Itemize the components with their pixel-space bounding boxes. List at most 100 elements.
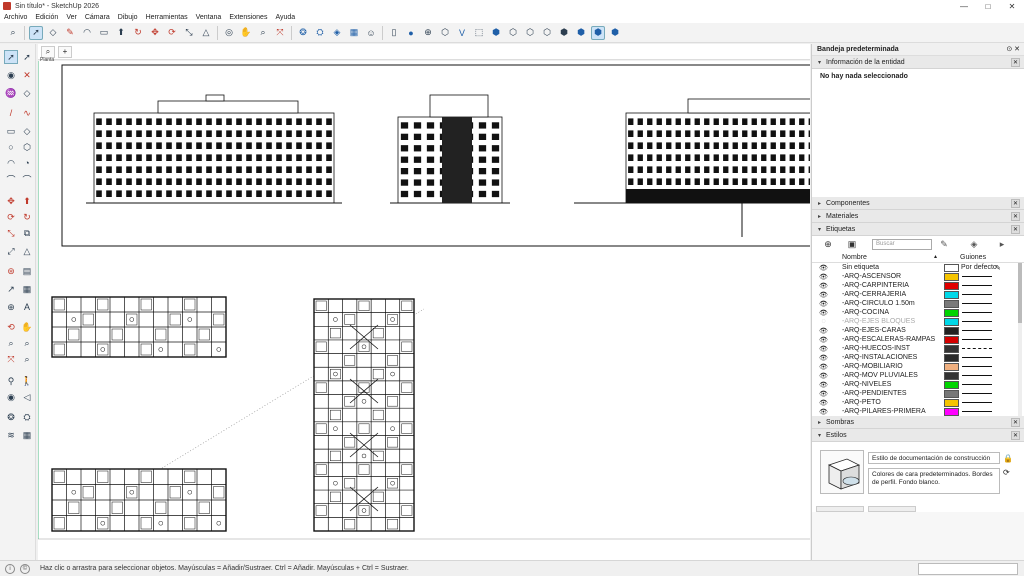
tags-search-input[interactable]: Buscar <box>872 239 932 250</box>
tag-name[interactable]: -ARQ-COCINA <box>842 309 889 316</box>
monochrome-style-icon[interactable]: ⬢ <box>591 25 605 40</box>
followme-tool-icon[interactable]: ↻ <box>20 210 34 224</box>
new-file-icon[interactable]: ▯ <box>387 26 401 40</box>
previous-view-icon[interactable]: ⌕ <box>20 352 34 366</box>
eye-icon[interactable]: 👁 <box>819 282 828 290</box>
tag-name[interactable]: -ARQ-EJES-CARAS <box>842 327 906 334</box>
tag-dash-pattern[interactable] <box>962 294 992 295</box>
close-icon[interactable]: ✕ <box>1011 431 1020 440</box>
tag-color-swatch[interactable] <box>944 398 959 407</box>
wireframe-style-icon[interactable]: ⬡ <box>523 26 537 40</box>
eraser-tool-icon[interactable]: ◇ <box>20 86 34 100</box>
tag-dash-pattern[interactable] <box>962 375 992 376</box>
tag-dash-pattern[interactable] <box>962 402 992 403</box>
search-icon[interactable]: ⌕ <box>6 26 20 40</box>
eraser-tool-icon[interactable]: ◇ <box>46 26 60 40</box>
model-info-icon[interactable]: ⬚ <box>472 26 486 40</box>
eye-icon[interactable]: 👁 <box>819 300 828 308</box>
menu-ayuda[interactable]: Ayuda <box>275 14 295 21</box>
rotate-tool-icon[interactable]: ⟳ <box>165 26 179 40</box>
rectangle-tool-icon[interactable]: ▭ <box>97 26 111 40</box>
tag-name[interactable]: -ARQ-EJES BLOQUES <box>842 318 915 325</box>
pan-tool-icon[interactable]: ✋ <box>20 320 34 334</box>
position-camera-icon[interactable]: ⚲ <box>4 374 18 388</box>
polygon-tool-icon[interactable]: ⬡ <box>20 140 34 154</box>
layout-icon[interactable]: ◈ <box>330 26 344 40</box>
add-scene-icon[interactable]: + <box>58 45 72 58</box>
col-name[interactable]: Nombre <box>842 254 867 261</box>
section-plane-icon[interactable]: ⊕ <box>4 300 18 314</box>
tag-row[interactable]: 👁 -ARQ-PETO <box>812 398 1024 407</box>
close-icon[interactable]: ✕ <box>1011 58 1020 67</box>
tag-row[interactable]: 👁 -ARQ-NIVELES <box>812 380 1024 389</box>
tag-row[interactable]: 👁 -ARQ-MOV PLUVIALES <box>812 371 1024 380</box>
rotated-rectangle-icon[interactable]: ◇ <box>20 124 34 138</box>
close-icon[interactable]: ✕ <box>1011 225 1020 234</box>
tag-name[interactable]: -ARQ-ESCALERAS-RAMPAS <box>842 336 935 343</box>
lock-icon[interactable]: 🔒 <box>1003 452 1013 466</box>
tag-dash-default[interactable]: Por defecto <box>961 264 997 271</box>
model-viewport[interactable] <box>38 61 810 560</box>
tag-name[interactable]: -ARQ-PETO <box>842 399 881 406</box>
tag-color-swatch[interactable] <box>944 335 959 344</box>
user-icon[interactable]: ● <box>404 26 418 40</box>
tag-color-swatch[interactable] <box>944 263 959 272</box>
tag-name[interactable]: -ARQ-MOV PLUVIALES <box>842 372 918 379</box>
select-box-icon[interactable]: ➚ <box>20 50 34 64</box>
geolocation-icon[interactable]: © <box>20 563 30 574</box>
eraser-icon[interactable]: ✕ <box>20 68 34 82</box>
shaded-textures-style-icon[interactable]: ⬢ <box>574 26 588 40</box>
3d-text-icon[interactable]: ▦ <box>20 282 34 296</box>
tag-row[interactable]: 👁 -ARQ-ASCENSOR <box>812 272 1024 281</box>
pencil-tool-icon[interactable]: ✎ <box>63 26 77 40</box>
tag-color-swatch[interactable] <box>944 317 959 326</box>
tag-name[interactable]: -ARQ-CIRCULO 1.50m <box>842 300 915 307</box>
arc3-tool-icon[interactable]: ⌒ <box>4 172 18 186</box>
entity-info-header[interactable]: ▾ Información de la entidad ✕ <box>812 56 1024 69</box>
eye-icon[interactable]: 👁 <box>819 336 828 344</box>
tag-row[interactable]: 👁 -ARQ-PILARES-PRIMERA <box>812 407 1024 416</box>
3d-warehouse-icon[interactable]: ❂ <box>296 26 310 40</box>
tag-name[interactable]: -ARQ-HUECOS-INST <box>842 345 910 352</box>
look-around-icon[interactable]: ◉ <box>4 390 18 404</box>
menu-dibujo[interactable]: Dibujo <box>118 14 138 21</box>
tag-color-swatch[interactable] <box>944 308 959 317</box>
tag-dash-pattern[interactable] <box>962 366 992 367</box>
walk-tool-icon[interactable]: 🚶 <box>20 374 34 388</box>
col-dashes[interactable]: Guiones <box>960 254 986 261</box>
dimension-tool-icon[interactable]: ⤢ <box>4 244 18 258</box>
pencil-icon[interactable]: ✎ <box>995 264 1001 272</box>
tape-icon[interactable]: ♒ <box>4 86 18 100</box>
components-header[interactable]: ▸ Componentes ✕ <box>812 197 1024 210</box>
tape-measure-icon[interactable]: ⊛ <box>4 264 18 278</box>
tag-dash-pattern[interactable] <box>962 276 992 277</box>
protractor-tool-icon[interactable]: △ <box>20 244 34 258</box>
eye-icon[interactable]: 👁 <box>819 291 828 299</box>
eye-icon[interactable]: 👁 <box>819 372 828 380</box>
tag-row[interactable]: 👁 -ARQ-INSTALACIONES <box>812 353 1024 362</box>
axes-tool-icon[interactable]: ↗ <box>4 282 18 296</box>
menu-camara[interactable]: Cámara <box>85 14 110 21</box>
maximize-icon[interactable]: □ <box>976 0 1000 12</box>
style-description-field[interactable]: Colores de cara predeterminados. Bordes … <box>868 468 1000 494</box>
tab-select[interactable] <box>816 506 864 512</box>
tag-row[interactable]: 👁 -ARQ-EJES-CARAS <box>812 326 1024 335</box>
orbit-tool-icon[interactable]: ⟲ <box>4 320 18 334</box>
zoom-window-icon[interactable]: ⌕ <box>20 336 34 350</box>
tag-dash-pattern[interactable] <box>962 411 992 412</box>
shadows-header[interactable]: ▸ Sombras ✕ <box>812 416 1024 429</box>
scale-tool-icon[interactable]: ⤡ <box>4 226 18 240</box>
eye-icon[interactable]: 👁 <box>819 345 828 353</box>
tag-name[interactable]: -ARQ-PENDIENTES <box>842 390 907 397</box>
eye-icon[interactable]: 👁 <box>819 408 828 416</box>
tag-row[interactable]: ◌ -ARQ-EJES BLOQUES <box>812 317 1024 326</box>
eye-hidden-icon[interactable]: ◌ <box>819 318 828 325</box>
tag-dash-pattern[interactable] <box>962 285 992 286</box>
eye-icon[interactable]: 👁 <box>819 273 828 281</box>
select-tool-icon[interactable]: ➚ <box>29 25 43 40</box>
send-to-layout-icon[interactable]: ▦ <box>347 26 361 40</box>
tag-color-swatch[interactable] <box>944 380 959 389</box>
xray-style-icon[interactable]: ⬢ <box>489 26 503 40</box>
tag-row[interactable]: 👁 -ARQ-HUECOS-INST <box>812 344 1024 353</box>
tag-dash-pattern[interactable] <box>962 357 992 358</box>
